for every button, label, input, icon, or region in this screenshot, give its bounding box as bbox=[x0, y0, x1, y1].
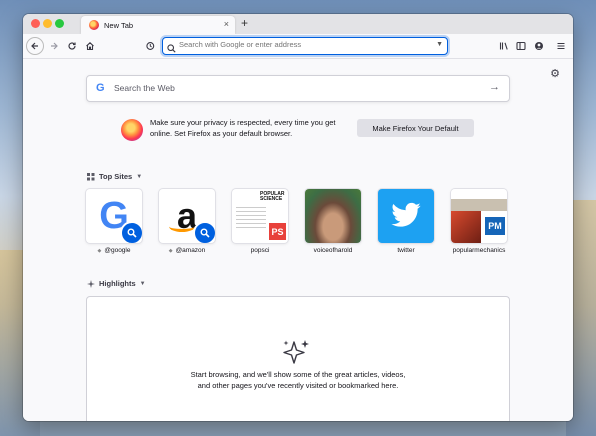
url-bar[interactable]: ▼ bbox=[162, 37, 448, 55]
tile-card: POPULAR SCIENCE PS bbox=[232, 189, 288, 243]
google-logo-icon: G bbox=[96, 82, 105, 94]
highlights-heading[interactable]: Highlights ▼ bbox=[87, 279, 146, 288]
home-icon[interactable] bbox=[81, 37, 99, 55]
highlights-empty-state: Start browsing, and we'll show some of t… bbox=[86, 296, 510, 421]
twitter-bird-icon bbox=[391, 202, 421, 227]
forward-icon[interactable] bbox=[45, 37, 63, 55]
web-search-placeholder: Search the Web bbox=[114, 83, 175, 93]
top-site-amazon[interactable]: a ◆ @amazon bbox=[159, 189, 215, 254]
profile-photo bbox=[305, 189, 361, 243]
default-browser-message: Make sure your privacy is respected, eve… bbox=[150, 118, 336, 138]
minimize-window-button[interactable] bbox=[43, 19, 52, 28]
page-preview bbox=[236, 207, 266, 231]
highlights-label: Highlights bbox=[99, 279, 136, 288]
tile-card bbox=[378, 189, 434, 243]
top-site-google[interactable]: G ◆ @google bbox=[86, 189, 142, 254]
sparkle-icon bbox=[87, 279, 95, 288]
close-window-button[interactable] bbox=[31, 19, 40, 28]
pin-icon: ◆ bbox=[168, 248, 173, 254]
grid-icon bbox=[87, 172, 95, 180]
tile-card: a bbox=[159, 189, 215, 243]
tile-label: popularmechanics bbox=[452, 247, 506, 254]
zoom-window-button[interactable] bbox=[55, 19, 64, 28]
popsci-logo: POPULAR SCIENCE bbox=[260, 191, 285, 202]
tile-label: @amazon bbox=[175, 247, 206, 254]
tile-card: PM bbox=[451, 189, 507, 243]
highlights-empty-message: Start browsing, and we'll show some of t… bbox=[190, 370, 406, 390]
sparkle-icon bbox=[283, 340, 309, 364]
pm-badge: PM bbox=[485, 217, 505, 235]
tile-label: twitter bbox=[397, 247, 415, 254]
chevron-down-icon: ▼ bbox=[136, 173, 143, 180]
popsci-badge: PS bbox=[269, 223, 286, 240]
tab-new-tab[interactable]: New Tab × bbox=[81, 16, 235, 34]
new-tab-page: ⚙ G Search the Web → Make sure your priv… bbox=[23, 59, 573, 421]
tile-label: voiceofharold bbox=[313, 247, 353, 254]
tile-card bbox=[305, 189, 361, 243]
tab-close-icon[interactable]: × bbox=[224, 19, 229, 29]
arrow-right-icon[interactable]: → bbox=[489, 81, 500, 93]
page-preview bbox=[451, 189, 507, 211]
menu-icon[interactable] bbox=[552, 37, 570, 55]
top-site-popsci[interactable]: POPULAR SCIENCE PS popsci bbox=[232, 189, 288, 254]
back-icon[interactable] bbox=[26, 37, 44, 55]
new-tab-button[interactable]: + bbox=[241, 16, 248, 30]
search-icon bbox=[167, 40, 176, 58]
reload-icon[interactable] bbox=[63, 37, 81, 55]
firefox-logo-icon bbox=[121, 119, 143, 141]
amazon-smile-icon bbox=[169, 221, 195, 232]
address-input[interactable] bbox=[179, 40, 419, 49]
account-icon[interactable] bbox=[530, 37, 548, 55]
top-sites-grid: G ◆ @google a ◆ @amazon POPULAR SCIENCE … bbox=[86, 189, 507, 254]
top-site-voiceofharold[interactable]: voiceofharold bbox=[305, 189, 361, 254]
chevron-down-icon: ▼ bbox=[139, 280, 146, 287]
tab-title: New Tab bbox=[104, 20, 134, 30]
web-search-box[interactable]: G Search the Web → bbox=[86, 75, 510, 102]
browser-window: New Tab × + ▼ bbox=[23, 14, 573, 421]
tile-label: popsci bbox=[250, 247, 270, 254]
firefox-icon bbox=[89, 20, 99, 30]
top-sites-heading[interactable]: Top Sites ▼ bbox=[87, 172, 142, 181]
sidebar-icon[interactable] bbox=[512, 37, 530, 55]
search-icon bbox=[120, 221, 142, 243]
top-sites-label: Top Sites bbox=[99, 172, 133, 181]
titlebar: New Tab × + bbox=[23, 14, 573, 34]
make-default-button[interactable]: Make Firefox Your Default bbox=[357, 119, 474, 137]
history-icon[interactable] bbox=[141, 37, 159, 55]
library-icon[interactable] bbox=[495, 37, 513, 55]
tile-card: G bbox=[86, 189, 142, 243]
gear-icon[interactable]: ⚙ bbox=[550, 67, 560, 80]
top-site-twitter[interactable]: twitter bbox=[378, 189, 434, 254]
tile-label: @google bbox=[104, 247, 131, 254]
navigation-toolbar: ▼ bbox=[23, 34, 573, 59]
chevron-down-icon[interactable]: ▼ bbox=[436, 41, 443, 48]
article-image bbox=[451, 211, 481, 243]
search-icon bbox=[193, 221, 215, 243]
top-site-popularmechanics[interactable]: PM popularmechanics bbox=[451, 189, 507, 254]
pin-icon: ◆ bbox=[97, 248, 102, 254]
